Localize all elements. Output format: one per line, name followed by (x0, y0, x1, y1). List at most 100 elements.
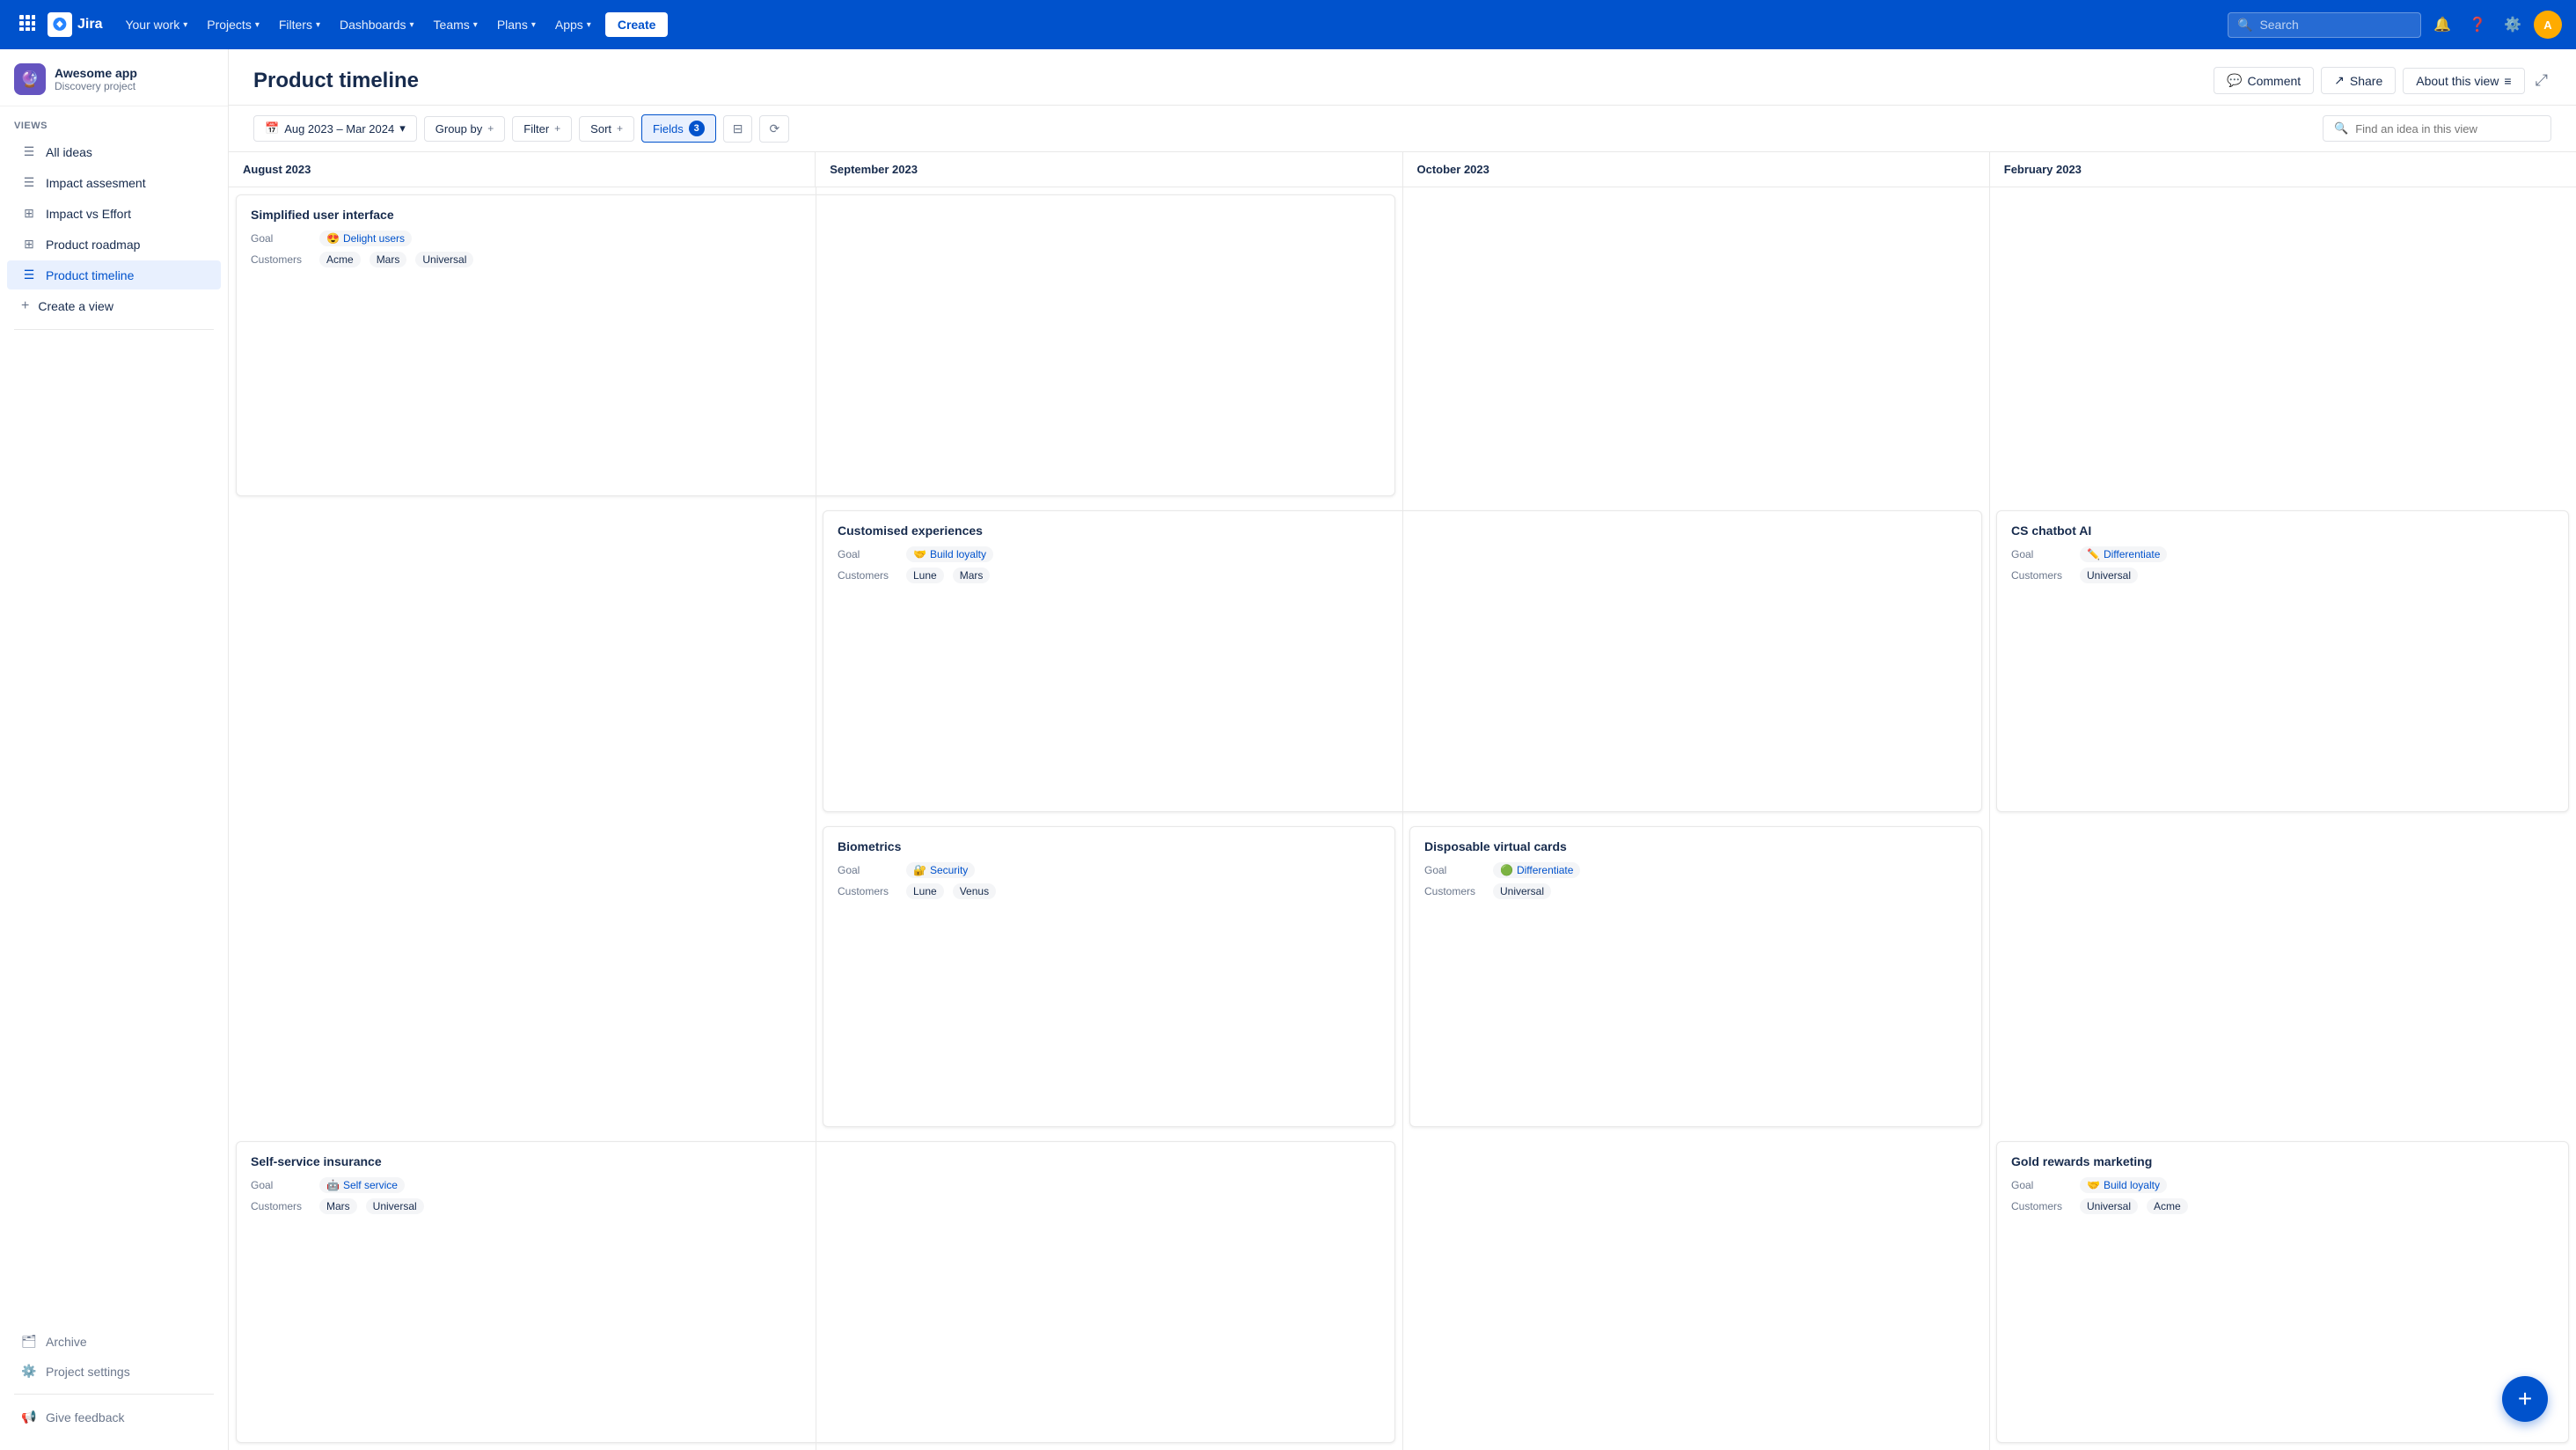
idea-card-biometrics[interactable]: Biometrics Goal 🔐 Security Customers Lun… (823, 826, 1395, 1128)
list-icon: ☰ (21, 175, 37, 190)
nav-projects[interactable]: Projects ▾ (198, 12, 268, 37)
sidebar-item-give-feedback[interactable]: 📢 Give feedback (7, 1402, 221, 1432)
fab-add-button[interactable]: + (2502, 1376, 2548, 1422)
sidebar-item-create-view[interactable]: + Create a view (7, 291, 221, 321)
expand-button[interactable]: ⤢ (2532, 68, 2551, 93)
sidebar-item-impact-assesment[interactable]: ☰ Impact assesment (7, 168, 221, 197)
date-range-button[interactable]: 📅 Aug 2023 – Mar 2024 ▾ (253, 115, 417, 142)
comment-icon: 💬 (2227, 73, 2242, 88)
view-options-icon[interactable]: ⊟ (723, 115, 753, 143)
nav-your-work[interactable]: Your work ▾ (116, 12, 196, 37)
card-title: Gold rewards marketing (2011, 1154, 2554, 1168)
customer-tag: Acme (2147, 1198, 2188, 1214)
jira-logo[interactable]: Jira (48, 12, 102, 37)
idea-card-customised-experiences[interactable]: Customised experiences Goal 🤝 Build loya… (823, 510, 1982, 812)
chevron-down-icon: ▾ (255, 20, 260, 30)
sort-button[interactable]: Sort + (579, 116, 634, 142)
comment-button[interactable]: 💬 Comment (2214, 67, 2314, 94)
sidebar-item-product-roadmap[interactable]: ⊞ Product roadmap (7, 230, 221, 259)
filter-button[interactable]: Filter + (512, 116, 572, 142)
card-customers-field: Customers Lune Mars (838, 568, 1967, 583)
idea-card-gold-rewards-marketing[interactable]: Gold rewards marketing Goal 🤝 Build loya… (1996, 1141, 2569, 1443)
empty-cell (1989, 819, 2576, 1135)
about-view-button[interactable]: About this view ≡ (2403, 68, 2524, 94)
help-icon[interactable]: ❓ (2463, 11, 2492, 39)
nav-right: 🔍 🔔 ❓ ⚙️ A (2228, 11, 2562, 39)
customer-tag: Mars (370, 252, 407, 267)
sidebar-item-product-timeline[interactable]: ☰ Product timeline (7, 260, 221, 289)
sidebar-item-archive[interactable]: 🗂 Archive (7, 1327, 221, 1356)
goal-emoji: 🤝 (2087, 1179, 2100, 1191)
project-icon: 🔮 (14, 63, 46, 95)
plus-icon: + (21, 298, 29, 314)
sidebar: 🔮 Awesome app Discovery project VIEWS ☰ … (0, 49, 229, 1450)
notifications-icon[interactable]: 🔔 (2428, 11, 2456, 39)
chevron-down-icon: ▾ (399, 121, 406, 135)
avatar[interactable]: A (2534, 11, 2562, 39)
group-by-button[interactable]: Group by + (424, 116, 506, 142)
goal-emoji: ✏️ (2087, 548, 2100, 560)
goal-tag: 😍 Delight users (319, 231, 412, 246)
chevron-down-icon: ▾ (531, 20, 536, 30)
settings-icon[interactable]: ⚙️ (2499, 11, 2527, 39)
card-customers-field: Customers Universal Acme (2011, 1198, 2554, 1214)
card-title: CS chatbot AI (2011, 524, 2554, 538)
share-icon: ↗ (2334, 73, 2345, 88)
card-title: Customised experiences (838, 524, 1967, 538)
idea-card-self-service-insurance[interactable]: Self-service insurance Goal 🤖 Self servi… (236, 1141, 1395, 1443)
header-actions: 💬 Comment ↗ Share About this view ≡ ⤢ (2214, 67, 2551, 94)
goal-emoji: 🤝 (913, 548, 926, 560)
nav-dashboards[interactable]: Dashboards ▾ (331, 12, 423, 37)
lines-icon: ≡ (2504, 74, 2511, 88)
chevron-down-icon: ▾ (410, 20, 414, 30)
search-icon: 🔍 (2237, 18, 2252, 33)
idea-card-cs-chatbot-ai[interactable]: CS chatbot AI Goal ✏️ Differentiate Cust… (1996, 510, 2569, 812)
project-info: Awesome app Discovery project (55, 66, 137, 92)
month-col-oct: October 2023 (1403, 152, 1990, 187)
create-button[interactable]: Create (605, 12, 669, 37)
page-title: Product timeline (253, 69, 419, 93)
project-name: Awesome app (55, 66, 137, 80)
customer-tag: Acme (319, 252, 361, 267)
card-title: Disposable virtual cards (1424, 839, 1967, 853)
sidebar-divider-2 (14, 1394, 214, 1395)
customer-tag: Venus (953, 883, 996, 899)
nav-plans[interactable]: Plans ▾ (488, 12, 545, 37)
gear-icon: ⚙️ (21, 1364, 37, 1379)
search-input[interactable] (2259, 18, 2411, 32)
project-subtitle: Discovery project (55, 80, 137, 92)
card-goal-field: Goal ✏️ Differentiate (2011, 546, 2554, 562)
views-section-label: VIEWS (0, 106, 228, 136)
sidebar-item-impact-vs-effort[interactable]: ⊞ Impact vs Effort (7, 199, 221, 228)
search-view-box[interactable]: 🔍 (2323, 115, 2551, 142)
sidebar-item-project-settings[interactable]: ⚙️ Project settings (7, 1357, 221, 1386)
app-layout: 🔮 Awesome app Discovery project VIEWS ☰ … (0, 0, 2576, 1450)
plus-icon: + (617, 122, 623, 135)
megaphone-icon: 📢 (21, 1410, 37, 1424)
grid-icon[interactable] (14, 10, 40, 40)
nav-filters[interactable]: Filters ▾ (270, 12, 329, 37)
list-icon: ☰ (21, 144, 37, 159)
customer-tag: Mars (319, 1198, 357, 1214)
fields-button[interactable]: Fields 3 (641, 114, 716, 143)
customer-tag: Universal (366, 1198, 424, 1214)
customer-tag: Universal (415, 252, 473, 267)
sidebar-item-all-ideas[interactable]: ☰ All ideas (7, 137, 221, 166)
auto-schedule-icon[interactable]: ⟳ (759, 115, 789, 143)
empty-cell (229, 503, 816, 819)
goal-emoji: 🟢 (1500, 864, 1513, 876)
search-view-input[interactable] (2355, 122, 2540, 135)
card-customers-field: Customers Acme Mars Universal (251, 252, 1380, 267)
card-customers-field: Customers Universal (2011, 568, 2554, 583)
idea-card-simplified-ui[interactable]: Simplified user interface Goal 😍 Delight… (236, 194, 1395, 496)
idea-card-disposable-virtual-cards[interactable]: Disposable virtual cards Goal 🟢 Differen… (1409, 826, 1982, 1128)
global-search-box[interactable]: 🔍 (2228, 12, 2421, 38)
goal-emoji: 🤖 (326, 1179, 340, 1191)
goal-tag: 🔐 Security (906, 862, 975, 878)
customer-tag: Mars (953, 568, 991, 583)
project-header[interactable]: 🔮 Awesome app Discovery project (0, 49, 228, 106)
nav-apps[interactable]: Apps ▾ (546, 12, 600, 37)
main-content: Product timeline 💬 Comment ↗ Share About… (229, 49, 2576, 1450)
nav-teams[interactable]: Teams ▾ (425, 12, 487, 37)
share-button[interactable]: ↗ Share (2321, 67, 2396, 94)
